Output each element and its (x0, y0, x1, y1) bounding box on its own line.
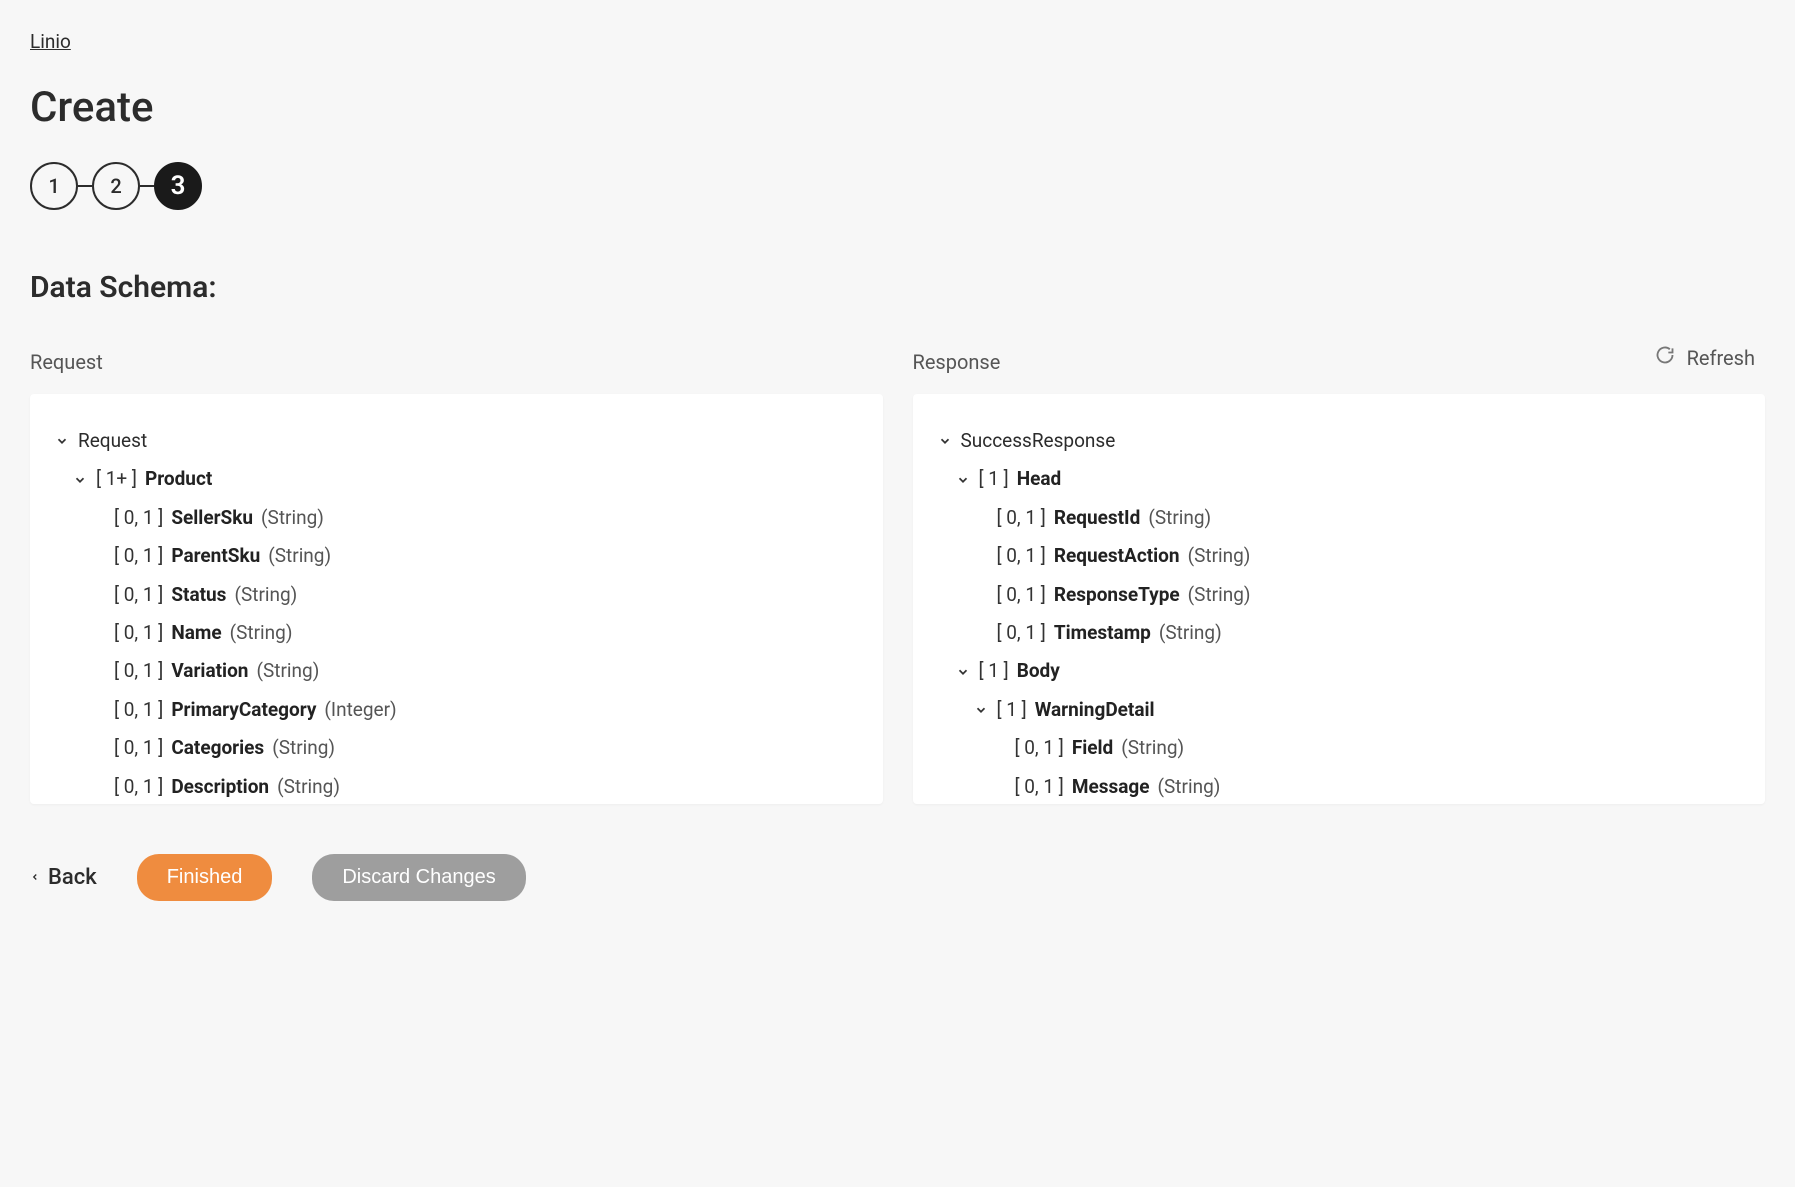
chevron-down-icon[interactable] (973, 703, 989, 717)
cardinality: [ 0, 1 ] (997, 580, 1046, 610)
field-name: Message (1072, 772, 1150, 802)
tree-leaf[interactable]: [ 0, 1 ] RequestAction (String) (973, 537, 1742, 575)
field-type: (String) (1159, 618, 1222, 648)
cardinality: [ 1 ] (979, 656, 1009, 686)
page-title: Create (30, 83, 1765, 132)
tree-leaf[interactable]: [ 0, 1 ] Message (String) (991, 768, 1742, 804)
back-button[interactable]: Back (30, 865, 97, 890)
field-type: (String) (1158, 772, 1221, 802)
field-name: ResponseType (1054, 580, 1180, 610)
field-type: (String) (272, 733, 335, 763)
field-type: (Integer) (324, 695, 396, 725)
field-name: Categories (171, 733, 264, 763)
step-1[interactable]: 1 (30, 162, 78, 210)
cardinality: [ 0, 1 ] (997, 541, 1046, 571)
tree-leaf[interactable]: [ 0, 1 ] RequestId (String) (973, 499, 1742, 537)
field-type: (String) (1148, 503, 1211, 533)
tree-root-response[interactable]: SuccessResponse (937, 422, 1742, 460)
discard-changes-button[interactable]: Discard Changes (312, 854, 525, 901)
tree-leaf[interactable]: [ 0, 1 ] Timestamp (String) (973, 614, 1742, 652)
field-name: WarningDetail (1035, 695, 1155, 725)
step-3[interactable]: 3 (154, 162, 202, 210)
tree-label: Request (78, 426, 147, 456)
field-name: Product (145, 464, 212, 494)
tree-leaf[interactable]: [ 0, 1 ] Description (String) (90, 768, 859, 804)
chevron-down-icon[interactable] (937, 434, 953, 448)
section-title: Data Schema: (30, 270, 1765, 305)
back-label: Back (48, 865, 97, 890)
field-type: (String) (268, 541, 331, 571)
step-connector (140, 185, 154, 187)
stepper: 1 2 3 (30, 162, 1765, 210)
tree-leaf[interactable]: [ 0, 1 ] PrimaryCategory (Integer) (90, 691, 859, 729)
field-name: SellerSku (171, 503, 253, 533)
tree-leaf[interactable]: [ 0, 1 ] SellerSku (String) (90, 499, 859, 537)
breadcrumb[interactable]: Linio (30, 30, 71, 53)
tree-label: SuccessResponse (961, 426, 1116, 456)
cardinality: [ 0, 1 ] (114, 695, 163, 725)
field-type: (String) (1188, 580, 1251, 610)
request-panel: Request [ 1+ ] Product [ 0, 1 ] SellerSk… (30, 394, 883, 804)
field-type: (String) (234, 580, 297, 610)
chevron-down-icon[interactable] (955, 473, 971, 487)
field-name: Head (1017, 464, 1062, 494)
field-type: (String) (261, 503, 324, 533)
tree-root-request[interactable]: Request (54, 422, 859, 460)
cardinality: [ 0, 1 ] (114, 772, 163, 802)
field-name: Status (171, 580, 226, 610)
field-type: (String) (230, 618, 293, 648)
field-name: Description (171, 772, 269, 802)
response-panel: SuccessResponse [ 1 ] Head [ 0, 1 ] Requ… (913, 394, 1766, 804)
field-name: Variation (171, 656, 248, 686)
cardinality: [ 0, 1 ] (114, 541, 163, 571)
cardinality: [ 0, 1 ] (1015, 772, 1064, 802)
tree-node-product[interactable]: [ 1+ ] Product (72, 460, 859, 498)
chevron-down-icon[interactable] (54, 434, 70, 448)
request-column: Request Request [ 1+ ] Product [ 0, 1 ] … (30, 350, 883, 804)
tree-leaf[interactable]: [ 0, 1 ] ResponseType (String) (973, 576, 1742, 614)
footer-actions: Back Finished Discard Changes (30, 854, 1765, 901)
finished-button[interactable]: Finished (137, 854, 273, 901)
cardinality: [ 0, 1 ] (114, 618, 163, 648)
response-column: Response SuccessResponse [ 1 ] Head [ 0,… (913, 350, 1766, 804)
tree-leaf[interactable]: [ 0, 1 ] Categories (String) (90, 729, 859, 767)
field-name: RequestAction (1054, 541, 1180, 571)
field-name: Name (171, 618, 221, 648)
tree-leaf[interactable]: [ 0, 1 ] Status (String) (90, 576, 859, 614)
tree-leaf[interactable]: [ 0, 1 ] ParentSku (String) (90, 537, 859, 575)
response-header: Response (913, 350, 1766, 374)
field-name: Field (1072, 733, 1113, 763)
tree-node-warningdetail[interactable]: [ 1 ] WarningDetail (973, 691, 1742, 729)
request-header: Request (30, 350, 883, 374)
field-type: (String) (1121, 733, 1184, 763)
field-name: Body (1017, 656, 1060, 686)
field-name: RequestId (1054, 503, 1141, 533)
chevron-down-icon[interactable] (955, 665, 971, 679)
cardinality: [ 1 ] (997, 695, 1027, 725)
cardinality: [ 1 ] (979, 464, 1009, 494)
field-type: (String) (1188, 541, 1251, 571)
cardinality: [ 0, 1 ] (1015, 733, 1064, 763)
cardinality: [ 0, 1 ] (997, 503, 1046, 533)
cardinality: [ 0, 1 ] (114, 656, 163, 686)
field-name: ParentSku (171, 541, 260, 571)
cardinality: [ 0, 1 ] (997, 618, 1046, 648)
tree-node-head[interactable]: [ 1 ] Head (955, 460, 1742, 498)
field-name: PrimaryCategory (171, 695, 316, 725)
step-connector (78, 185, 92, 187)
field-name: Timestamp (1054, 618, 1151, 648)
field-type: (String) (256, 656, 319, 686)
tree-leaf[interactable]: [ 0, 1 ] Name (String) (90, 614, 859, 652)
tree-node-body[interactable]: [ 1 ] Body (955, 652, 1742, 690)
field-type: (String) (277, 772, 340, 802)
tree-leaf[interactable]: [ 0, 1 ] Variation (String) (90, 652, 859, 690)
chevron-left-icon (30, 865, 40, 890)
cardinality: [ 1+ ] (96, 464, 137, 494)
tree-leaf[interactable]: [ 0, 1 ] Field (String) (991, 729, 1742, 767)
step-2[interactable]: 2 (92, 162, 140, 210)
cardinality: [ 0, 1 ] (114, 503, 163, 533)
cardinality: [ 0, 1 ] (114, 580, 163, 610)
chevron-down-icon[interactable] (72, 473, 88, 487)
cardinality: [ 0, 1 ] (114, 733, 163, 763)
